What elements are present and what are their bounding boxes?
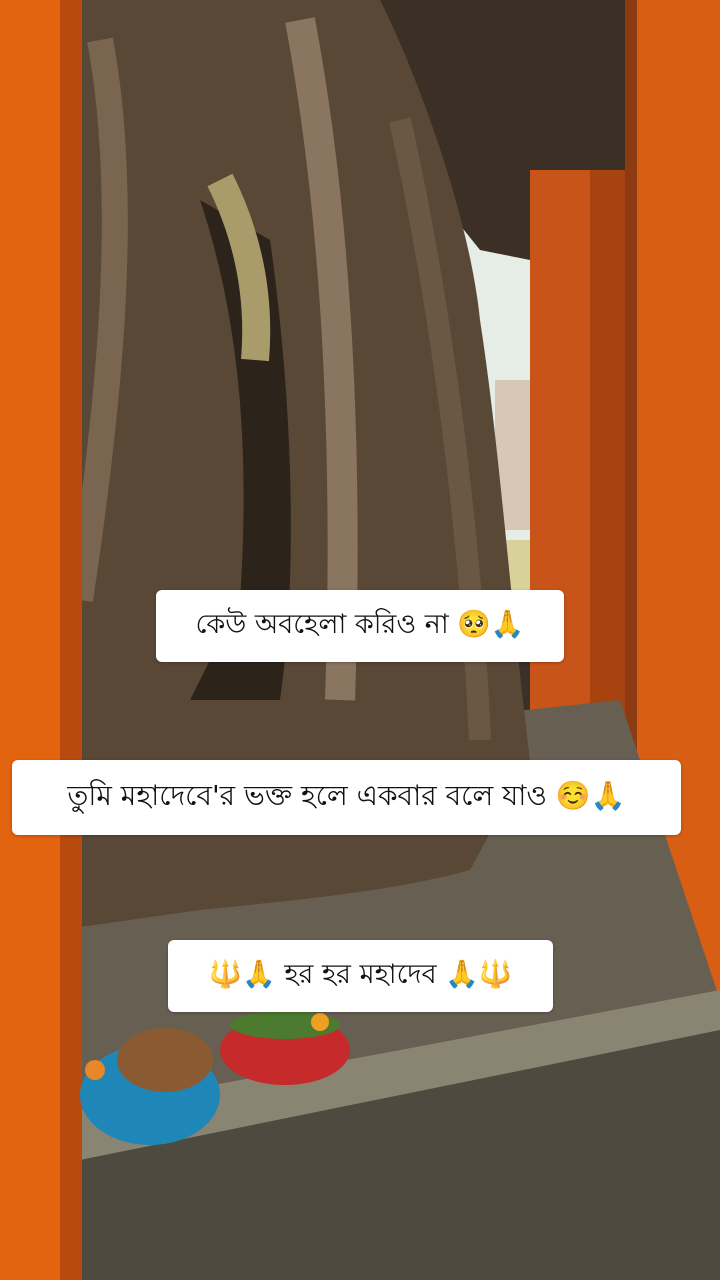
pillar-right-back-shadow	[590, 170, 625, 730]
caption-3-text: 🔱🙏 হর হর মহাদেব 🙏🔱	[208, 958, 513, 990]
coconut	[117, 1028, 213, 1092]
caption-2-text: তুমি মহাদেবে'র ভক্ত হলে একবার বলে যাও ☺️…	[67, 779, 626, 812]
caption-1-text: কেউ অবহেলা করিও না 🥺🙏	[195, 608, 525, 640]
caption-2: তুমি মহাদেবে'র ভক্ত হলে একবার বলে যাও ☺️…	[12, 760, 681, 835]
pillar-left-shadow	[60, 0, 82, 1280]
marigold	[311, 1013, 329, 1031]
caption-1: কেউ অবহেলা করিও না 🥺🙏	[156, 590, 564, 662]
caption-3: 🔱🙏 হর হর মহাদেব 🙏🔱	[168, 940, 553, 1012]
marigold-2	[85, 1060, 105, 1080]
